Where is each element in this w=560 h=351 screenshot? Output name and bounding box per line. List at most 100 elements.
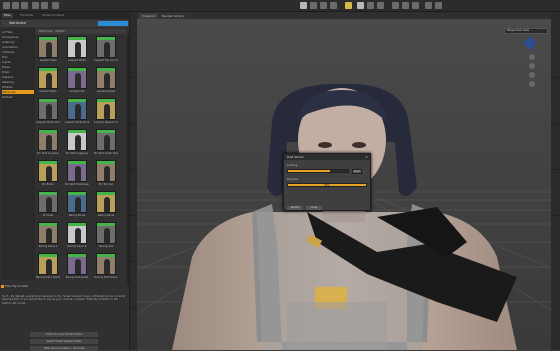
grid-scrollbar[interactable] bbox=[127, 36, 129, 284]
tab-viewport[interactable]: Viewport bbox=[139, 13, 159, 19]
content-item[interactable]: Racing Suit bbox=[96, 222, 116, 252]
render-icon[interactable] bbox=[402, 2, 409, 9]
installed-badge bbox=[39, 161, 57, 164]
content-item[interactable]: Pin Skirt by Jeans bbox=[37, 129, 59, 159]
side-tab[interactable] bbox=[551, 170, 560, 216]
category-item[interactable]: Shaders bbox=[2, 75, 34, 79]
undo-icon[interactable] bbox=[32, 2, 39, 9]
content-item[interactable]: Pin Heel bbox=[38, 191, 58, 221]
category-item[interactable]: Default bbox=[2, 95, 34, 99]
filter-products-button[interactable]: Filter Smart Content • Products bbox=[30, 346, 98, 351]
close-button[interactable]: Close bbox=[306, 206, 322, 210]
smart-content-filter-button[interactable]: Select Smart Content Filter bbox=[30, 339, 98, 344]
content-item[interactable]: Leopard Jacket bbox=[96, 67, 116, 97]
content-item[interactable]: Leopard Pants Glove bbox=[36, 98, 60, 128]
side-tab[interactable] bbox=[130, 216, 137, 262]
progress-fill bbox=[288, 170, 330, 172]
installed-badge bbox=[97, 192, 115, 195]
geometry-editor-icon[interactable] bbox=[367, 2, 374, 9]
tab-files[interactable]: Files bbox=[2, 13, 13, 18]
content-item[interactable]: Racing SUIT Glove bbox=[95, 253, 117, 283]
new-icon[interactable] bbox=[3, 2, 10, 9]
category-item[interactable]: Props bbox=[2, 70, 34, 74]
content-item[interactable]: Leopard Heel bbox=[38, 36, 58, 66]
content-item[interactable]: Pin Top Suit bbox=[96, 160, 116, 190]
shading-icon[interactable] bbox=[435, 2, 442, 9]
installed-badge bbox=[68, 99, 86, 102]
content-item[interactable]: Leopard Top bbox=[67, 67, 87, 97]
restart-button[interactable]: Restart bbox=[287, 206, 303, 210]
overall-progress-bar: 99% bbox=[287, 183, 367, 187]
content-item[interactable]: Leopard Sleeve Cover bbox=[94, 98, 118, 128]
select-tool-icon[interactable] bbox=[300, 2, 307, 9]
node-weight-icon[interactable] bbox=[357, 2, 364, 9]
installed-badge bbox=[97, 37, 115, 40]
category-item[interactable]: Animations bbox=[2, 45, 34, 49]
content-item[interactable]: Leopard Pants bbox=[67, 36, 87, 66]
tab-products[interactable]: Products bbox=[18, 13, 35, 18]
side-tab[interactable] bbox=[130, 124, 137, 170]
category-item[interactable]: Accessories bbox=[2, 35, 34, 39]
category-item[interactable]: Utilities bbox=[2, 85, 34, 89]
abort-button[interactable]: Abort bbox=[352, 169, 362, 174]
side-tab[interactable] bbox=[130, 170, 137, 216]
zoom-icon[interactable] bbox=[529, 72, 535, 78]
content-item[interactable]: Pin Skirt Outerwear bbox=[65, 160, 89, 190]
content-item[interactable]: Racing Boots bbox=[67, 191, 87, 221]
save-icon[interactable] bbox=[21, 2, 28, 9]
orbit-icon[interactable] bbox=[529, 54, 535, 60]
search-input[interactable] bbox=[98, 21, 128, 26]
cut-icon[interactable] bbox=[52, 2, 59, 9]
joint-editor-icon[interactable] bbox=[377, 2, 384, 9]
content-item[interactable]: Pin Boots bbox=[38, 160, 58, 190]
side-tab[interactable] bbox=[130, 32, 137, 78]
side-tab[interactable] bbox=[551, 78, 560, 124]
content-item[interactable]: Racing Pants bbox=[96, 191, 116, 221]
category-item[interactable]: Anatomy bbox=[2, 40, 34, 44]
rotate-tool-icon[interactable] bbox=[320, 2, 327, 9]
category-item[interactable]: All Files bbox=[2, 30, 34, 34]
category-item[interactable]: Wearing bbox=[2, 80, 34, 84]
iray-icon[interactable] bbox=[412, 2, 419, 9]
redo-icon[interactable] bbox=[41, 2, 48, 9]
close-icon[interactable]: ✕ bbox=[364, 154, 369, 160]
content-item[interactable]: Racing Suit L Glove bbox=[36, 253, 60, 283]
filter-by-context-checkbox[interactable]: Filter By Context bbox=[1, 284, 61, 289]
item-thumbnail bbox=[38, 67, 58, 89]
category-item[interactable]: Lights bbox=[2, 60, 34, 64]
tab-smart-content[interactable]: Smart Content bbox=[40, 13, 66, 18]
render-settings-icon[interactable] bbox=[392, 2, 399, 9]
side-tab[interactable] bbox=[551, 32, 560, 78]
category-item[interactable]: Poses bbox=[2, 65, 34, 69]
content-item[interactable]: Pin Skirt Outer Skin bbox=[94, 129, 118, 159]
translate-tool-icon[interactable] bbox=[310, 2, 317, 9]
installed-badge bbox=[39, 68, 57, 71]
item-grid: Leopard Heel Leopard Pants Leopard Top Iro… bbox=[36, 36, 126, 284]
installed-badge bbox=[39, 37, 57, 40]
category-item[interactable]: Wardrobe bbox=[2, 90, 34, 94]
scale-tool-icon[interactable] bbox=[330, 2, 337, 9]
content-item[interactable]: Racing Suit Jacket bbox=[66, 253, 88, 283]
category-item[interactable]: Hair bbox=[2, 55, 34, 59]
content-item[interactable]: Leopard Top Iron Cover bbox=[94, 36, 118, 66]
item-label: Pin Skirt by Jeans bbox=[37, 152, 59, 155]
tab-render-library[interactable]: Render Library bbox=[159, 13, 188, 19]
content-item[interactable]: Leopard Skirt bbox=[38, 67, 58, 97]
content-item[interactable]: Leopard Pants Broken bbox=[65, 98, 89, 128]
frame-icon[interactable] bbox=[529, 81, 535, 87]
side-tab[interactable] bbox=[130, 78, 137, 124]
side-tab[interactable] bbox=[130, 262, 137, 308]
content-item[interactable]: Racing Glove L bbox=[38, 222, 58, 252]
active-pose-icon[interactable] bbox=[345, 2, 352, 9]
load-items-button[interactable]: Click on icons to load items bbox=[30, 332, 98, 337]
content-item[interactable]: Pin Skirt Leggings bbox=[66, 129, 88, 159]
content-item[interactable]: Racing Glove R bbox=[67, 222, 87, 252]
preview-lights-icon[interactable] bbox=[425, 2, 432, 9]
open-icon[interactable] bbox=[12, 2, 19, 9]
installed-badge bbox=[68, 192, 86, 195]
pan-icon[interactable] bbox=[529, 63, 535, 69]
camera-select[interactable]: Perspective View bbox=[504, 28, 548, 34]
side-tab[interactable] bbox=[551, 124, 560, 170]
category-item[interactable]: Cameras bbox=[2, 50, 34, 54]
item-label: Pin Skirt Outer Skin bbox=[94, 152, 118, 155]
